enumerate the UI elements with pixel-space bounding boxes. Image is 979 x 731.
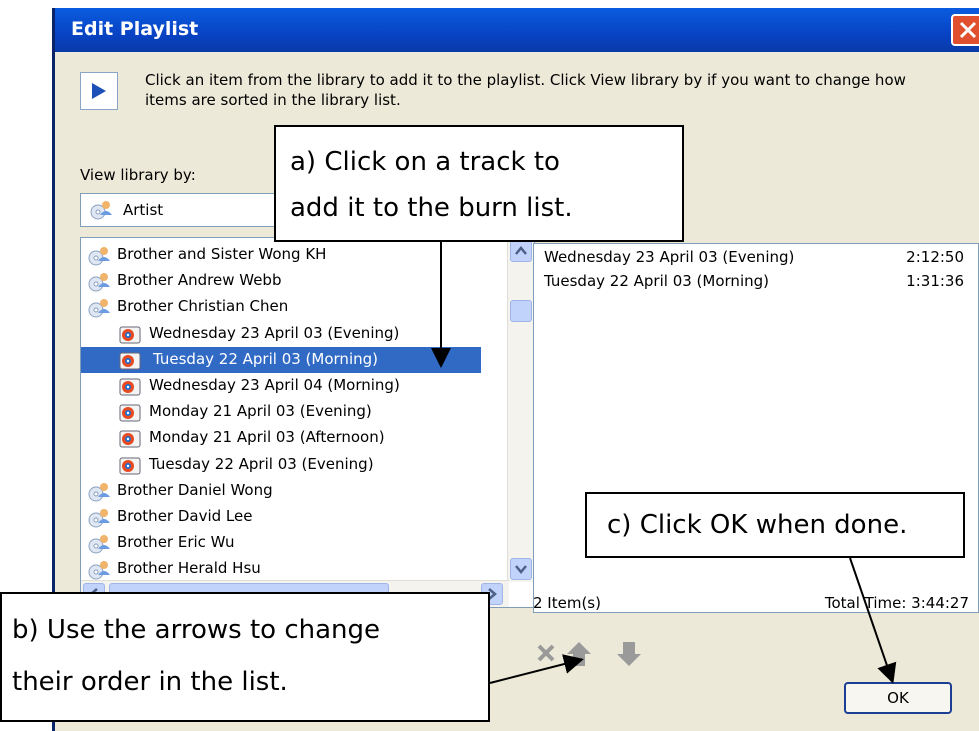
library-item-label: Brother Andrew Webb [117,271,282,290]
close-button[interactable] [951,14,979,46]
chevron-down-icon [515,565,527,574]
title-bar[interactable]: Edit Playlist [55,8,979,52]
library-track-item[interactable]: Wednesday 23 April 03 (Evening) [81,321,486,347]
track-icon [119,351,141,375]
scroll-down-button[interactable] [510,558,532,580]
library-track-item[interactable]: Wednesday 23 April 04 (Morning) [81,373,486,399]
library-artist-item[interactable]: Brother Daniel Wong [81,478,486,504]
library-artist-item[interactable]: Brother Herald Hsu [81,556,486,582]
library-item-label: Monday 21 April 03 (Evening) [149,402,372,421]
library-item-label: Tuesday 22 April 03 (Evening) [149,454,374,473]
library-list[interactable]: Brother and Sister Wong KH Brother Andrew… [80,237,535,608]
view-library-label: View library by: [80,166,196,184]
remove-icon[interactable] [537,644,555,662]
library-item-label: Tuesday 22 April 03 (Morning) [149,349,382,368]
callout-c-text: c) Click OK when done. [607,510,908,540]
callout-a-line2: add it to the burn list. [290,193,573,223]
track-icon [119,377,141,401]
library-item-label: Brother Christian Chen [117,297,289,316]
track-icon [119,325,141,349]
library-item-label: Brother Eric Wu [117,533,235,552]
view-library-value: Artist [123,201,164,219]
library-item-label: Monday 21 April 03 (Afternoon) [149,428,385,447]
library-item-label: Brother and Sister Wong KH [117,245,327,263]
ok-button[interactable]: OK [844,682,952,714]
library-artist-item[interactable]: Brother and Sister Wong KH [81,242,486,268]
artist-icon [87,272,111,296]
callout-b-line2: their order in the list. [12,667,288,697]
playlist-item[interactable]: Tuesday 22 April 03 (Morning) 1:31:36 [544,272,964,296]
library-item-label: Brother David Lee [117,507,253,525]
library-artist-item[interactable]: Brother Christian Chen [81,294,486,320]
chevron-up-icon [515,246,527,255]
window-title: Edit Playlist [71,18,199,40]
library-item-label: Wednesday 23 April 03 (Evening) [149,323,400,342]
playlist-total-time: Total Time: 3:44:27 [824,594,969,612]
track-icon [119,403,141,427]
playlist-item-count: 2 Item(s) [533,594,601,612]
library-artist-item[interactable]: Brother Eric Wu [81,530,486,556]
track-icon [119,456,141,480]
library-artist-item[interactable]: Brother David Lee [81,504,486,530]
playlist-item[interactable]: Wednesday 23 April 03 (Evening) 2:12:50 [544,248,964,272]
callout-a-line1: a) Click on a track to [290,147,560,177]
library-artist-item[interactable]: Brother Andrew Webb [81,268,486,294]
artist-icon [87,298,111,322]
scroll-up-button[interactable] [510,240,532,262]
playlist-item-title: Wednesday 23 April 03 (Evening) [544,248,795,266]
artist-icon [87,508,111,532]
move-up-icon[interactable] [567,642,591,666]
library-track-item[interactable]: Monday 21 April 03 (Afternoon) [81,425,486,451]
playlist-item-duration: 2:12:50 [906,248,964,266]
library-item-label: Wednesday 23 April 04 (Morning) [149,376,400,394]
close-icon [959,21,977,39]
view-library-select[interactable]: Artist [80,193,280,227]
move-down-icon[interactable] [617,642,641,666]
callout-c: c) Click OK when done. [585,492,965,558]
playlist-item-duration: 1:31:36 [906,272,964,290]
callout-b-line1: b) Use the arrows to change [12,615,380,645]
playlist-item-title: Tuesday 22 April 03 (Morning) [544,272,769,290]
library-vertical-scrollbar[interactable] [507,238,534,582]
artist-icon [89,200,113,224]
library-item-label: Brother Herald Hsu [117,559,261,578]
library-track-item[interactable]: Monday 21 April 03 (Evening) [81,399,486,425]
track-icon [119,429,141,453]
artist-icon [87,246,111,270]
playlist-tools [535,640,645,674]
library-track-item[interactable]: Tuesday 22 April 03 (Morning) [81,346,481,375]
library-item-label: Brother Daniel Wong [117,480,273,499]
library-track-item[interactable]: Tuesday 22 April 03 (Evening) [81,452,486,478]
play-info-icon [80,72,118,110]
callout-b: b) Use the arrows to change their order … [0,592,490,722]
artist-icon [87,482,111,506]
instructions-text: Click an item from the library to add it… [145,71,906,109]
scroll-thumb[interactable] [510,300,532,322]
artist-icon [87,534,111,558]
artist-icon [87,560,111,584]
callout-a: a) Click on a track to add it to the bur… [274,125,684,242]
